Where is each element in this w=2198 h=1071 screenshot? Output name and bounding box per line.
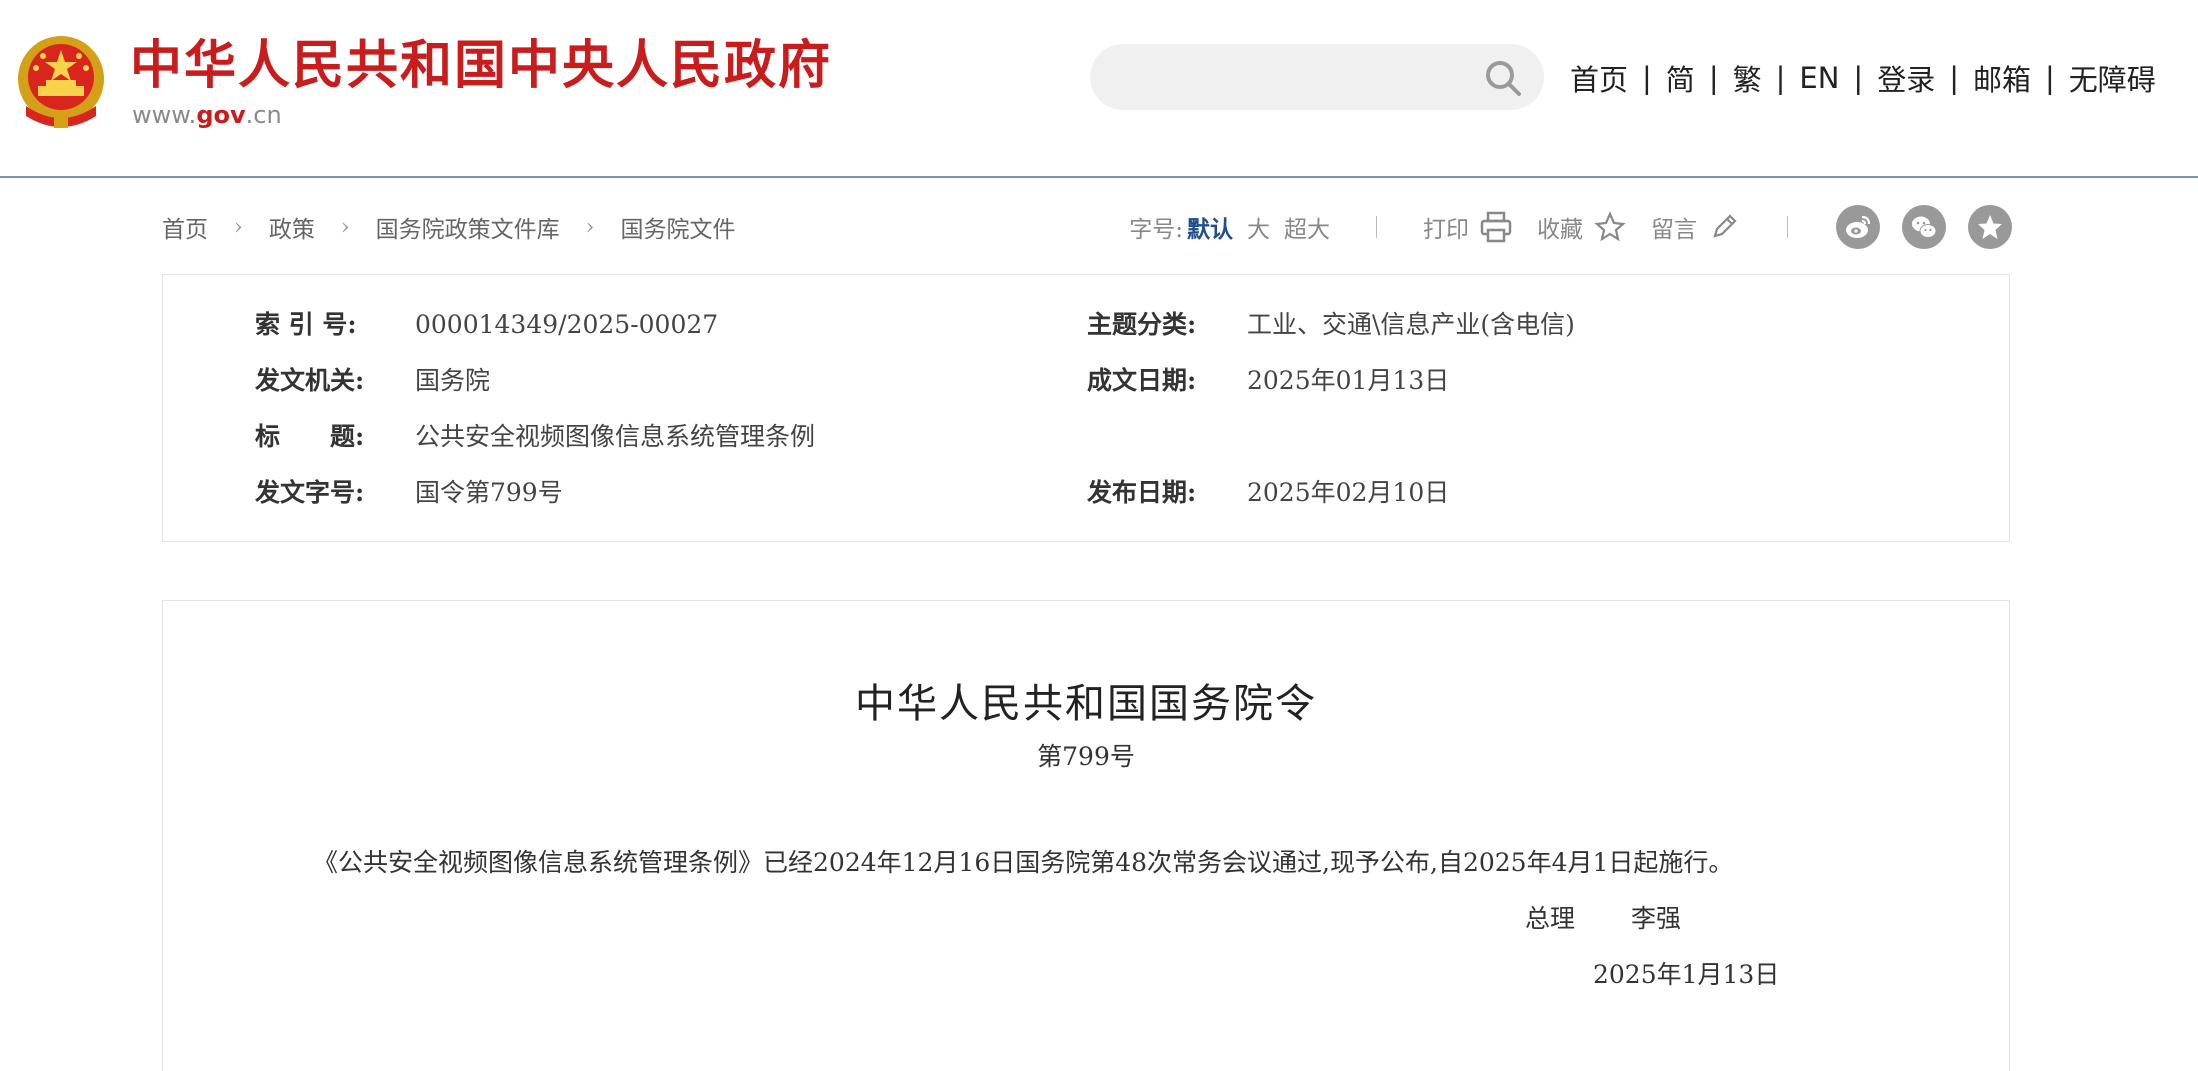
- nav-separator: |: [1708, 61, 1719, 95]
- nav-login[interactable]: 登录: [1877, 57, 1935, 99]
- domain-main: gov: [196, 101, 246, 129]
- site-domain[interactable]: www.gov.cn: [132, 100, 282, 130]
- info-row-doc-number: 发文字号: 国令第799号: [255, 473, 563, 513]
- comment-label[interactable]: 留言: [1651, 210, 1697, 244]
- document-date: 2025年1月13日: [1593, 960, 1780, 989]
- index-label: 索 引 号:: [255, 310, 357, 339]
- breadcrumb-home[interactable]: 首页: [162, 210, 208, 244]
- info-row-written-date: 成文日期: 2025年01月13日: [1087, 361, 1449, 401]
- wechat-share-button[interactable]: [1902, 205, 1946, 249]
- nav-separator: |: [1642, 61, 1652, 95]
- topic-value: 工业、交通\信息产业(含电信): [1247, 310, 1575, 339]
- site-title[interactable]: 中华人民共和国中央人民政府: [130, 36, 832, 96]
- weibo-share-button[interactable]: [1836, 205, 1880, 249]
- info-row-issuer: 发文机关: 国务院: [255, 361, 490, 401]
- nav-separator: |: [1949, 61, 1959, 95]
- nav-mail[interactable]: 邮箱: [1973, 57, 2031, 99]
- issuer-value: 国务院: [415, 366, 491, 395]
- nav-separator: |: [1853, 61, 1864, 95]
- font-size-xlarge[interactable]: 超大: [1284, 210, 1330, 244]
- star-icon: [1978, 215, 2002, 239]
- tools-divider: [1787, 216, 1788, 238]
- topic-label: 主题分类:: [1087, 310, 1197, 339]
- signer-title: 总理: [1525, 904, 1576, 933]
- wechat-icon: [1912, 216, 1937, 238]
- top-nav: 首页 | 简 | 繁 | EN | 登录 | 邮箱 | 无障碍: [1570, 58, 2156, 98]
- font-size-large[interactable]: 大: [1247, 210, 1270, 244]
- document-signature: 总理 李强: [1525, 899, 1681, 935]
- printer-icon[interactable]: [1479, 210, 1513, 244]
- info-row-title: 标 题: 公共安全视频图像信息系统管理条例: [255, 417, 815, 457]
- breadcrumb-state-council-docs[interactable]: 国务院文件: [620, 210, 735, 244]
- doc-number-label: 发文字号:: [255, 478, 365, 507]
- chevron-right-icon: ›: [234, 214, 243, 240]
- tools-divider: [1376, 216, 1377, 238]
- written-date-value: 2025年01月13日: [1247, 366, 1450, 395]
- nav-traditional[interactable]: 繁: [1733, 57, 1762, 99]
- site-header: 中华人民共和国中央人民政府 www.gov.cn 首页 | 简 | 繁 | EN…: [0, 0, 2198, 178]
- search-box: [1090, 44, 1544, 110]
- index-value: 000014349/2025-00027: [415, 310, 719, 339]
- publish-date-label: 发布日期:: [1087, 478, 1197, 507]
- toolbar: 首页 › 政策 › 国务院政策文件库 › 国务院文件 字号: 默认 大 超大 打…: [162, 200, 2012, 254]
- issuer-label: 发文机关:: [255, 366, 365, 395]
- signer-name: 李强: [1631, 904, 1682, 933]
- chevron-right-icon: ›: [340, 214, 350, 240]
- domain-suffix: .cn: [245, 101, 282, 129]
- weibo-icon: [1846, 215, 1871, 238]
- title-value: 公共安全视频图像信息系统管理条例: [415, 422, 816, 451]
- document-content: 中华人民共和国国务院令 第799号 《公共安全视频图像信息系统管理条例》已经20…: [162, 600, 2010, 1071]
- written-date-label: 成文日期:: [1087, 366, 1197, 395]
- document-body: 《公共安全视频图像信息系统管理条例》已经2024年12月16日国务院第48次常务…: [313, 848, 1734, 877]
- print-label[interactable]: 打印: [1423, 210, 1469, 244]
- nav-english[interactable]: EN: [1799, 61, 1839, 95]
- national-emblem-icon[interactable]: [16, 34, 106, 128]
- document-title: 中华人民共和国国务院令: [855, 681, 1317, 727]
- document-number: 第799号: [1037, 742, 1135, 771]
- nav-separator: |: [2045, 61, 2055, 95]
- font-size-label: 字号:: [1129, 217, 1183, 243]
- search-icon[interactable]: [1482, 57, 1524, 99]
- favorite-label[interactable]: 收藏: [1537, 210, 1583, 244]
- search-input[interactable]: [1120, 57, 1454, 99]
- pencil-icon[interactable]: [1707, 210, 1741, 244]
- nav-home[interactable]: 首页: [1570, 57, 1628, 99]
- document-info-panel: 索 引 号: 000014349/2025-00027 主题分类: 工业、交通\信息…: [162, 274, 2010, 542]
- info-row-index: 索 引 号: 000014349/2025-00027: [255, 305, 718, 345]
- nav-separator: |: [1775, 61, 1786, 95]
- publish-date-value: 2025年02月10日: [1247, 478, 1450, 507]
- nav-simplified[interactable]: 简: [1666, 57, 1695, 99]
- info-row-topic: 主题分类: 工业、交通\信息产业(含电信): [1087, 305, 1575, 345]
- domain-prefix: www.: [132, 101, 197, 129]
- nav-accessibility[interactable]: 无障碍: [2069, 57, 2156, 99]
- font-size-default[interactable]: 默认: [1187, 210, 1233, 244]
- title-label: 标 题:: [255, 422, 365, 451]
- info-row-publish-date: 发布日期: 2025年02月10日: [1087, 473, 1449, 513]
- breadcrumb-policy[interactable]: 政策: [269, 210, 315, 244]
- star-share-button[interactable]: [1968, 205, 2012, 249]
- star-outline-icon[interactable]: [1593, 210, 1627, 244]
- breadcrumb-policy-library[interactable]: 国务院政策文件库: [376, 210, 560, 244]
- chevron-right-icon: ›: [585, 214, 595, 240]
- page-tools: 字号: 默认 大 超大 打印 收藏 留言: [1129, 200, 2012, 254]
- doc-number-value: 国令第799号: [415, 478, 563, 507]
- breadcrumb: 首页 › 政策 › 国务院政策文件库 › 国务院文件: [162, 200, 735, 254]
